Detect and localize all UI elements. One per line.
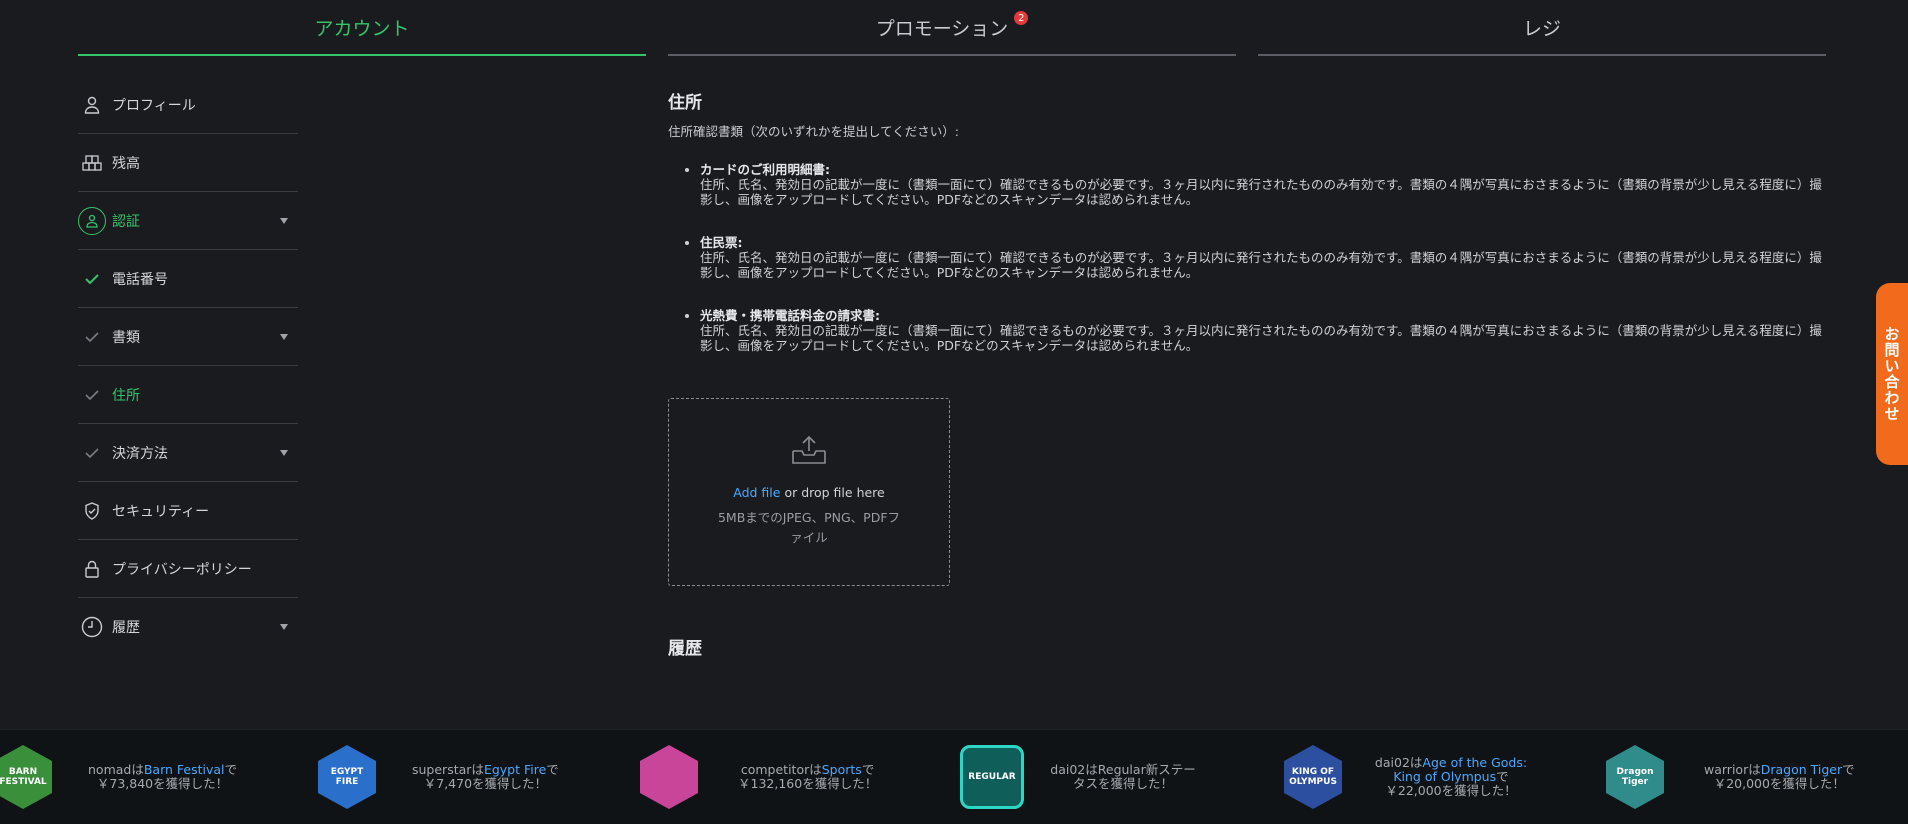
chevron-down-icon bbox=[280, 623, 288, 630]
chevron-down-icon bbox=[280, 217, 288, 224]
page-title: 住所 bbox=[668, 93, 702, 113]
address-intro: 住所確認書類（次のいずれかを提出してください）: bbox=[668, 124, 959, 139]
sidebar: プロフィール 残高 認証 電話番号 書類 住所 決済方法 セキュリティー プライ… bbox=[78, 76, 298, 655]
check-icon bbox=[82, 439, 102, 467]
document-title: カードのご利用明細書: bbox=[700, 162, 830, 177]
sidebar-item-security[interactable]: セキュリティー bbox=[78, 482, 298, 540]
check-icon bbox=[82, 323, 102, 351]
document-list: カードのご利用明細書: 住所、氏名、発効日の記載が一度に（書類一面にて）確認でき… bbox=[668, 162, 1828, 353]
sidebar-item-profile[interactable]: プロフィール bbox=[78, 76, 298, 134]
game-link[interactable]: Dragon Tiger bbox=[1761, 762, 1842, 777]
lock-icon bbox=[78, 555, 106, 583]
status-badge: REGULAR bbox=[960, 745, 1024, 809]
drop-text: or drop file here bbox=[780, 485, 885, 500]
game-thumbnail: KING OF OLYMPUS bbox=[1284, 745, 1342, 809]
game-thumbnail bbox=[640, 745, 698, 809]
document-title: 光熱費・携帯電話料金の請求書: bbox=[700, 308, 880, 323]
user-icon bbox=[78, 91, 106, 119]
top-tabs: アカウント プロモーション 2 レジ bbox=[78, 0, 1826, 56]
document-description: 住所、氏名、発効日の記載が一度に（書類一面にて）確認できるものが必要です。３ヶ月… bbox=[700, 250, 1822, 280]
check-icon bbox=[82, 265, 102, 293]
coins-icon bbox=[78, 149, 106, 177]
contact-button[interactable]: お問い合わせ bbox=[1876, 283, 1908, 465]
ticker-text: dai02はRegular新ステータスを獲得した！ bbox=[1050, 762, 1196, 791]
sidebar-item-label: 履歴 bbox=[112, 619, 140, 636]
ticker-item[interactable]: REGULAR dai02はRegular新ステータスを獲得した！ bbox=[960, 730, 1198, 824]
tab-cashier[interactable]: レジ bbox=[1258, 0, 1826, 56]
document-description: 住所、氏名、発効日の記載が一度に（書類一面にて）確認できるものが必要です。３ヶ月… bbox=[700, 177, 1822, 207]
clock-icon bbox=[78, 613, 106, 641]
shield-icon bbox=[78, 497, 106, 525]
sidebar-item-label: 決済方法 bbox=[112, 445, 168, 462]
ticker-text: superstarはEgypt Fireで ￥7,470を獲得した！ bbox=[412, 762, 559, 791]
dropzone-instruction: Add file or drop file here bbox=[733, 485, 885, 500]
document-title: 住民票: bbox=[700, 235, 743, 250]
tab-promotion[interactable]: プロモーション 2 bbox=[668, 0, 1236, 56]
sidebar-item-label: 認証 bbox=[112, 213, 140, 230]
sidebar-item-label: 残高 bbox=[112, 155, 140, 172]
chevron-down-icon bbox=[280, 449, 288, 456]
sidebar-item-verification[interactable]: 認証 bbox=[78, 192, 298, 250]
ticker-item[interactable]: Dragon Tiger warriorはDragon Tigerで ￥20,0… bbox=[1606, 730, 1855, 824]
sidebar-item-label: 電話番号 bbox=[112, 271, 168, 288]
sidebar-item-phone[interactable]: 電話番号 bbox=[78, 250, 298, 308]
game-link[interactable]: Sports bbox=[822, 762, 862, 777]
add-file-link[interactable]: Add file bbox=[733, 485, 780, 500]
chevron-down-icon bbox=[280, 333, 288, 340]
history-title: 履歴 bbox=[668, 639, 702, 659]
sidebar-item-label: プロフィール bbox=[112, 97, 196, 114]
sidebar-item-address[interactable]: 住所 bbox=[78, 366, 298, 424]
sidebar-item-history[interactable]: 履歴 bbox=[78, 598, 298, 655]
ticker-text: dai02はAge of the Gods: King of Olympusで￥… bbox=[1374, 755, 1528, 798]
game-link[interactable]: Egypt Fire bbox=[484, 762, 546, 777]
list-item: カードのご利用明細書: 住所、氏名、発効日の記載が一度に（書類一面にて）確認でき… bbox=[700, 162, 1828, 207]
game-thumbnail: EGYPT FIRE bbox=[318, 745, 376, 809]
list-item: 住民票: 住所、氏名、発効日の記載が一度に（書類一面にて）確認できるものが必要で… bbox=[700, 235, 1828, 280]
sidebar-item-privacy-policy[interactable]: プライバシーポリシー bbox=[78, 540, 298, 598]
sidebar-item-documents[interactable]: 書類 bbox=[78, 308, 298, 366]
sidebar-item-label: 住所 bbox=[112, 387, 140, 404]
upload-tray-icon bbox=[791, 435, 827, 469]
main-content: 住所 住所確認書類（次のいずれかを提出してください）: カードのご利用明細書: … bbox=[668, 88, 1828, 659]
ticker-item[interactable]: EGYPT FIRE superstarはEgypt Fireで ￥7,470を… bbox=[318, 730, 559, 824]
document-description: 住所、氏名、発効日の記載が一度に（書類一面にて）確認できるものが必要です。３ヶ月… bbox=[700, 323, 1822, 353]
game-thumbnail: Dragon Tiger bbox=[1606, 745, 1664, 809]
sidebar-item-label: 書類 bbox=[112, 329, 140, 346]
ticker-item[interactable]: competitorはSportsで ￥132,160を獲得した！ bbox=[640, 730, 877, 824]
ticker-item[interactable]: KING OF OLYMPUS dai02はAge of the Gods: K… bbox=[1284, 730, 1536, 824]
check-icon bbox=[82, 381, 102, 409]
file-dropzone[interactable]: Add file or drop file here 5MBまでのJPEG、PN… bbox=[668, 398, 950, 586]
notification-badge: 2 bbox=[1014, 11, 1029, 25]
sidebar-item-payment-methods[interactable]: 決済方法 bbox=[78, 424, 298, 482]
list-item: 光熱費・携帯電話料金の請求書: 住所、氏名、発効日の記載が一度に（書類一面にて）… bbox=[700, 308, 1828, 353]
winners-ticker: BARN FESTIVAL nomadはBarn Festivalで ￥73,8… bbox=[0, 729, 1908, 824]
ticker-text: nomadはBarn Festivalで ￥73,840を獲得した！ bbox=[88, 762, 238, 791]
game-link[interactable]: Barn Festival bbox=[144, 762, 225, 777]
tab-label: アカウント bbox=[314, 17, 410, 40]
tab-label: レジ bbox=[1522, 17, 1561, 40]
tab-account[interactable]: アカウント bbox=[78, 0, 646, 56]
sidebar-item-label: プライバシーポリシー bbox=[112, 561, 252, 578]
tab-label: プロモーション bbox=[875, 17, 1009, 40]
sidebar-item-balance[interactable]: 残高 bbox=[78, 134, 298, 192]
verification-icon bbox=[78, 206, 106, 235]
contact-label: お問い合わせ bbox=[1882, 326, 1901, 422]
upload-hint: 5MBまでのJPEG、PNG、PDFファイル bbox=[717, 510, 901, 545]
sidebar-item-label: セキュリティー bbox=[112, 503, 210, 520]
ticker-item[interactable]: BARN FESTIVAL nomadはBarn Festivalで ￥73,8… bbox=[0, 730, 237, 824]
ticker-text: warriorはDragon Tigerで ￥20,000を獲得した！ bbox=[1704, 762, 1855, 791]
ticker-text: competitorはSportsで ￥132,160を獲得した！ bbox=[738, 762, 878, 791]
game-thumbnail: BARN FESTIVAL bbox=[0, 745, 52, 809]
